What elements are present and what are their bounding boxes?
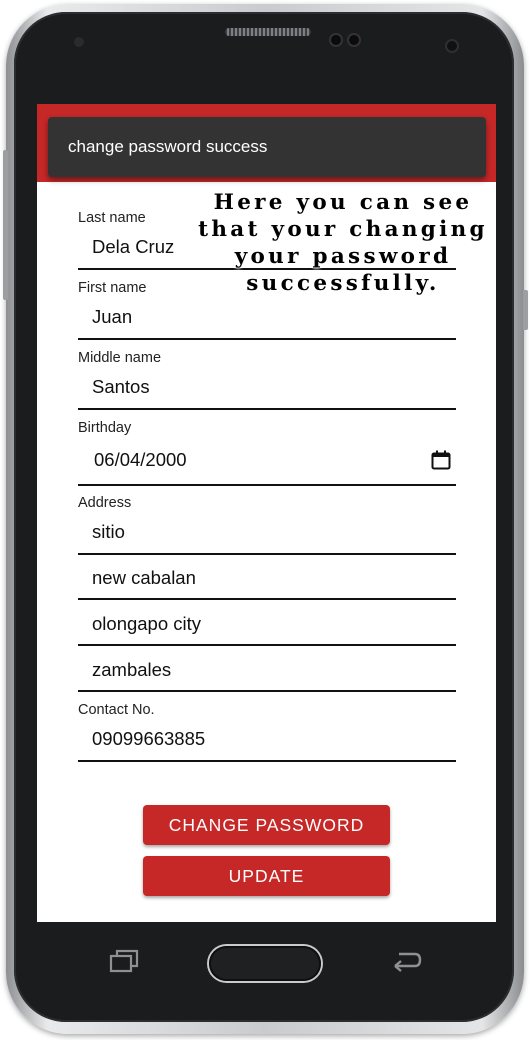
address-label: Address (78, 495, 132, 511)
annotation-line: your password (234, 244, 452, 269)
snackbar-message: change password success (68, 137, 268, 156)
first-name-value[interactable]: Juan (92, 306, 132, 328)
middle-name-field[interactable]: Middle name Santos (78, 350, 456, 410)
recent-apps-icon[interactable] (108, 948, 140, 974)
snackbar: change password success (48, 117, 486, 177)
annotation-line: that your changing (198, 217, 488, 242)
light-sensor (349, 35, 359, 45)
address-field-line3[interactable]: olongapo city (78, 601, 456, 646)
tutorial-annotation: Here you can see that your changing your… (185, 189, 496, 297)
last-name-value[interactable]: Dela Cruz (92, 236, 174, 258)
address-line2-value[interactable]: new cabalan (92, 567, 196, 589)
address-field-line4[interactable]: zambales (78, 647, 456, 692)
contact-label: Contact No. (78, 702, 155, 718)
annotation-line: Here you can see (213, 190, 473, 215)
middle-name-label: Middle name (78, 350, 162, 366)
address-line4-value[interactable]: zambales (92, 659, 171, 681)
app-screen: change password success Last name Dela C… (37, 104, 496, 922)
change-password-button[interactable]: CHANGE PASSWORD (143, 805, 390, 845)
calendar-icon[interactable] (431, 450, 451, 470)
address-line3-value[interactable]: olongapo city (92, 613, 201, 635)
first-name-label: First name (78, 280, 147, 296)
last-name-label: Last name (78, 210, 146, 226)
middle-name-value[interactable]: Santos (92, 376, 150, 398)
back-arrow-icon[interactable] (389, 948, 423, 974)
birthday-label: Birthday (78, 420, 132, 436)
contact-value[interactable]: 09099663885 (92, 728, 205, 750)
volume-button (3, 150, 8, 300)
annotation-line: successfully. (246, 271, 440, 296)
birthday-value[interactable]: 06/04/2000 (94, 449, 187, 471)
birthday-field[interactable]: Birthday 06/04/2000 (78, 420, 456, 486)
address-field-line1[interactable]: Address sitio (78, 495, 456, 555)
front-camera (447, 41, 457, 51)
address-field-line2[interactable]: new cabalan (78, 555, 456, 600)
address-line1-value[interactable]: sitio (92, 521, 125, 543)
power-button (523, 290, 528, 330)
earpiece-speaker (225, 28, 311, 36)
home-button[interactable] (209, 946, 321, 981)
update-button[interactable]: UPDATE (143, 856, 390, 896)
sensor-dot (74, 37, 84, 47)
proximity-sensor (331, 35, 341, 45)
contact-field[interactable]: Contact No. 09099663885 (78, 702, 456, 762)
